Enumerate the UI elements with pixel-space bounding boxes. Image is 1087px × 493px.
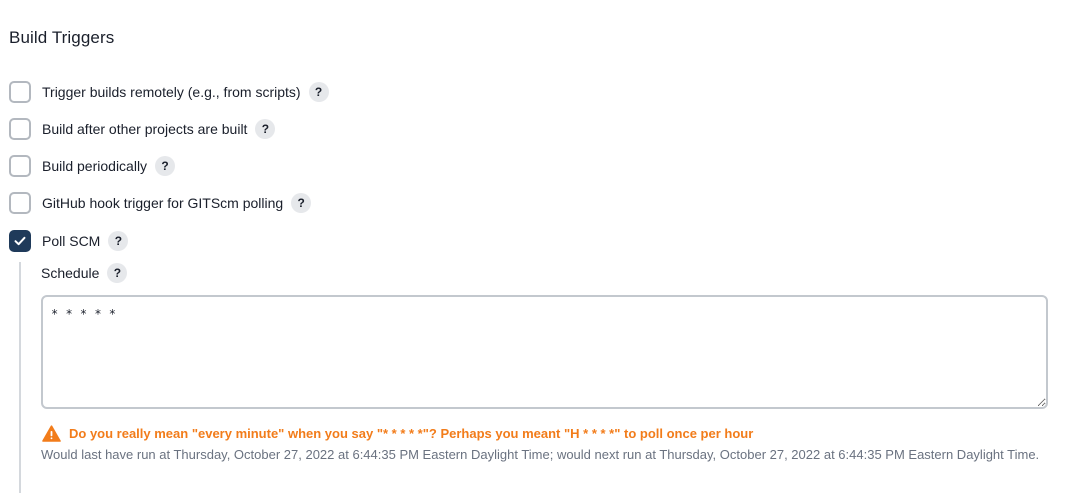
trigger-row-remote: Trigger builds remotely (e.g., from scri… <box>9 81 329 103</box>
trigger-label-periodically[interactable]: Build periodically <box>42 158 147 174</box>
trigger-label-after-other-projects[interactable]: Build after other projects are built <box>42 121 247 137</box>
help-icon[interactable]: ? <box>107 263 128 283</box>
warning-triangle-icon <box>42 424 61 442</box>
help-icon[interactable]: ? <box>308 82 329 102</box>
schedule-info-text: Would last have run at Thursday, October… <box>41 447 1040 462</box>
help-icon[interactable]: ? <box>155 156 176 176</box>
schedule-textarea[interactable]: * * * * * <box>41 295 1048 409</box>
trigger-row-github-hook: GitHub hook trigger for GITScm polling ? <box>9 192 312 214</box>
nested-section-bar <box>19 262 21 493</box>
trigger-row-periodically: Build periodically ? <box>9 155 176 177</box>
trigger-label-poll-scm[interactable]: Poll SCM <box>42 233 100 249</box>
build-triggers-page: Build Triggers Trigger builds remotely (… <box>0 0 1087 493</box>
checkbox-trigger-remote[interactable] <box>9 81 31 103</box>
section-title: Build Triggers <box>9 28 115 47</box>
check-icon <box>14 236 26 246</box>
trigger-label-remote[interactable]: Trigger builds remotely (e.g., from scri… <box>42 84 301 100</box>
checkbox-github-hook[interactable] <box>9 192 31 214</box>
help-icon[interactable]: ? <box>291 193 312 213</box>
help-icon[interactable]: ? <box>108 231 129 251</box>
warning-message: Do you really mean "every minute" when y… <box>42 424 753 442</box>
schedule-label: Schedule <box>41 265 100 281</box>
schedule-label-row: Schedule ? <box>41 262 128 284</box>
trigger-row-after-other-projects: Build after other projects are built ? <box>9 118 276 140</box>
warning-text: Do you really mean "every minute" when y… <box>69 425 754 441</box>
checkbox-build-periodically[interactable] <box>9 155 31 177</box>
trigger-label-github-hook[interactable]: GitHub hook trigger for GITScm polling <box>42 195 283 211</box>
checkbox-poll-scm[interactable] <box>9 230 31 252</box>
trigger-row-poll-scm: Poll SCM ? <box>9 230 129 252</box>
checkbox-build-after-other-projects[interactable] <box>9 118 31 140</box>
help-icon[interactable]: ? <box>255 119 276 139</box>
